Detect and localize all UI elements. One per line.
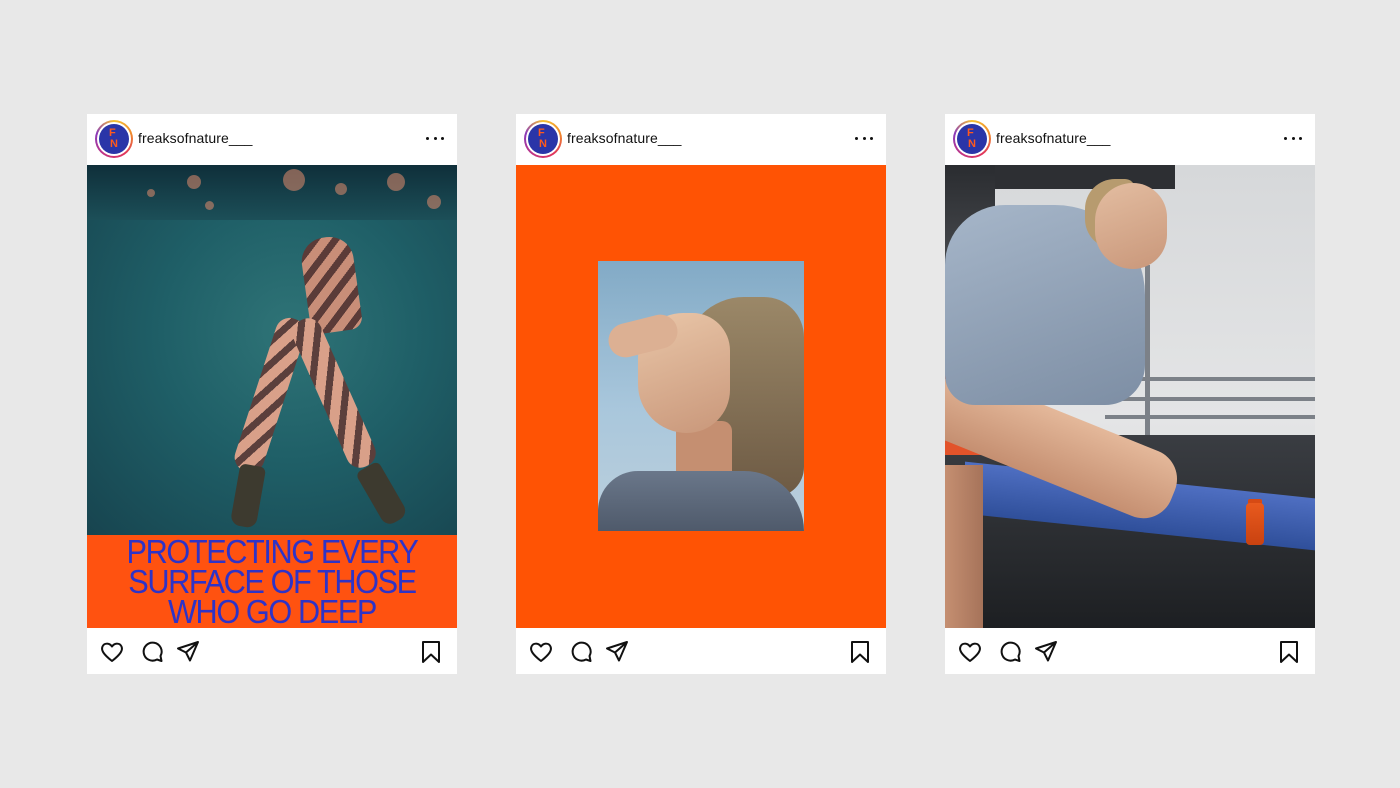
underwater-photo	[87, 165, 457, 535]
brand-logo: F N	[528, 124, 558, 154]
post-actions	[516, 628, 886, 674]
username[interactable]: freaksofnature___	[138, 130, 253, 146]
username[interactable]: freaksofnature___	[996, 130, 1111, 146]
dot-icon	[870, 136, 873, 140]
instagram-post-2: F N freaksofnature___	[516, 114, 886, 674]
product-bottle	[1246, 503, 1264, 545]
heart-icon[interactable]	[528, 639, 554, 665]
headline-line: WHO GO DEEP	[167, 593, 377, 628]
post-header: F N freaksofnature___	[516, 114, 886, 165]
avatar[interactable]: F N	[524, 120, 562, 158]
headline: PROTECTING EVERY SURFACE OF THOSE WHO GO…	[100, 535, 444, 628]
dot-icon	[441, 136, 444, 140]
dot-icon	[855, 136, 858, 140]
post-image[interactable]	[945, 165, 1315, 628]
bookmark-icon[interactable]	[418, 639, 444, 665]
more-options-button[interactable]	[852, 128, 876, 148]
dot-icon	[433, 136, 437, 140]
comment-icon[interactable]	[568, 639, 594, 665]
portrait-photo	[598, 261, 804, 531]
instagram-post-3: F N freaksofnature___	[945, 114, 1315, 674]
comment-icon[interactable]	[997, 639, 1023, 665]
logo-letter-n: N	[110, 138, 118, 150]
username[interactable]: freaksofnature___	[567, 130, 682, 146]
comment-icon[interactable]	[139, 639, 165, 665]
post-header: F N freaksofnature___	[87, 114, 457, 165]
post-header: F N freaksofnature___	[945, 114, 1315, 165]
dot-icon	[1299, 136, 1302, 140]
avatar[interactable]: F N	[953, 120, 991, 158]
logo-letter-n: N	[968, 138, 976, 150]
share-icon[interactable]	[175, 639, 201, 665]
heart-icon[interactable]	[99, 639, 125, 665]
instagram-post-1: F N freaksofnature___ PROTECTING EVERY S…	[87, 114, 457, 674]
share-icon[interactable]	[1033, 639, 1059, 665]
headline-band: PROTECTING EVERY SURFACE OF THOSE WHO GO…	[87, 535, 457, 628]
share-icon[interactable]	[604, 639, 630, 665]
brand-logo: F N	[99, 124, 129, 154]
brand-logo: F N	[957, 124, 987, 154]
more-options-button[interactable]	[423, 128, 447, 148]
logo-letter-n: N	[539, 138, 547, 150]
bookmark-icon[interactable]	[847, 639, 873, 665]
more-options-button[interactable]	[1281, 128, 1305, 148]
dot-icon	[426, 136, 429, 140]
boat-photo	[945, 165, 1315, 628]
dot-icon	[1284, 136, 1287, 140]
dot-icon	[862, 136, 866, 140]
post-actions	[87, 628, 457, 674]
bookmark-icon[interactable]	[1276, 639, 1302, 665]
avatar[interactable]: F N	[95, 120, 133, 158]
post-actions	[945, 628, 1315, 674]
post-image[interactable]	[516, 165, 886, 628]
dot-icon	[1291, 136, 1295, 140]
heart-icon[interactable]	[957, 639, 983, 665]
post-image[interactable]: PROTECTING EVERY SURFACE OF THOSE WHO GO…	[87, 165, 457, 628]
